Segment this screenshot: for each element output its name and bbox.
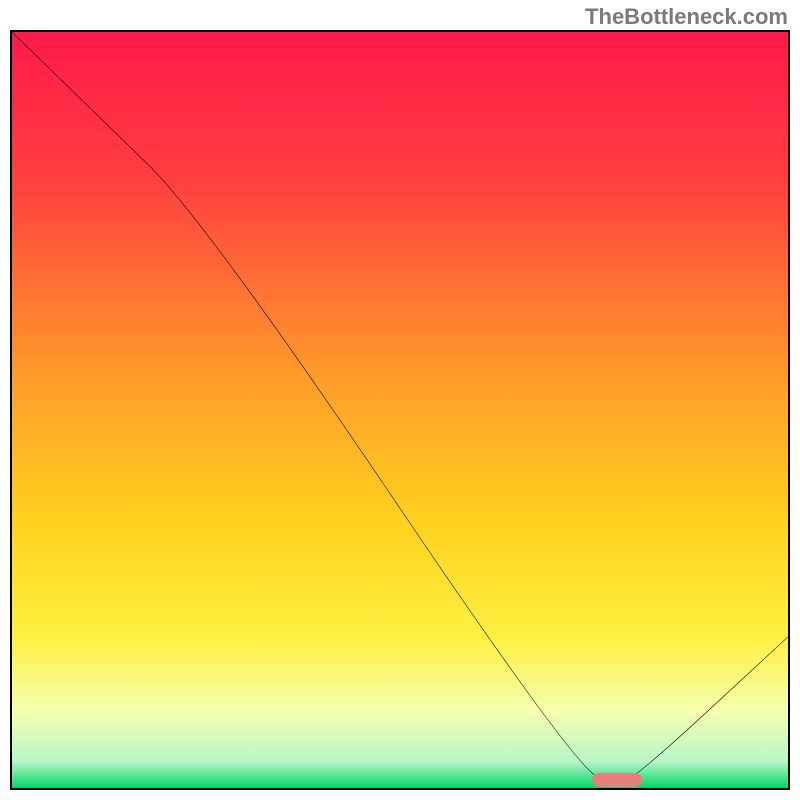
- watermark-text: TheBottleneck.com: [585, 4, 788, 30]
- optimal-point-marker: [592, 773, 642, 787]
- chart-frame: [10, 30, 790, 790]
- bottleneck-curve: [12, 32, 788, 788]
